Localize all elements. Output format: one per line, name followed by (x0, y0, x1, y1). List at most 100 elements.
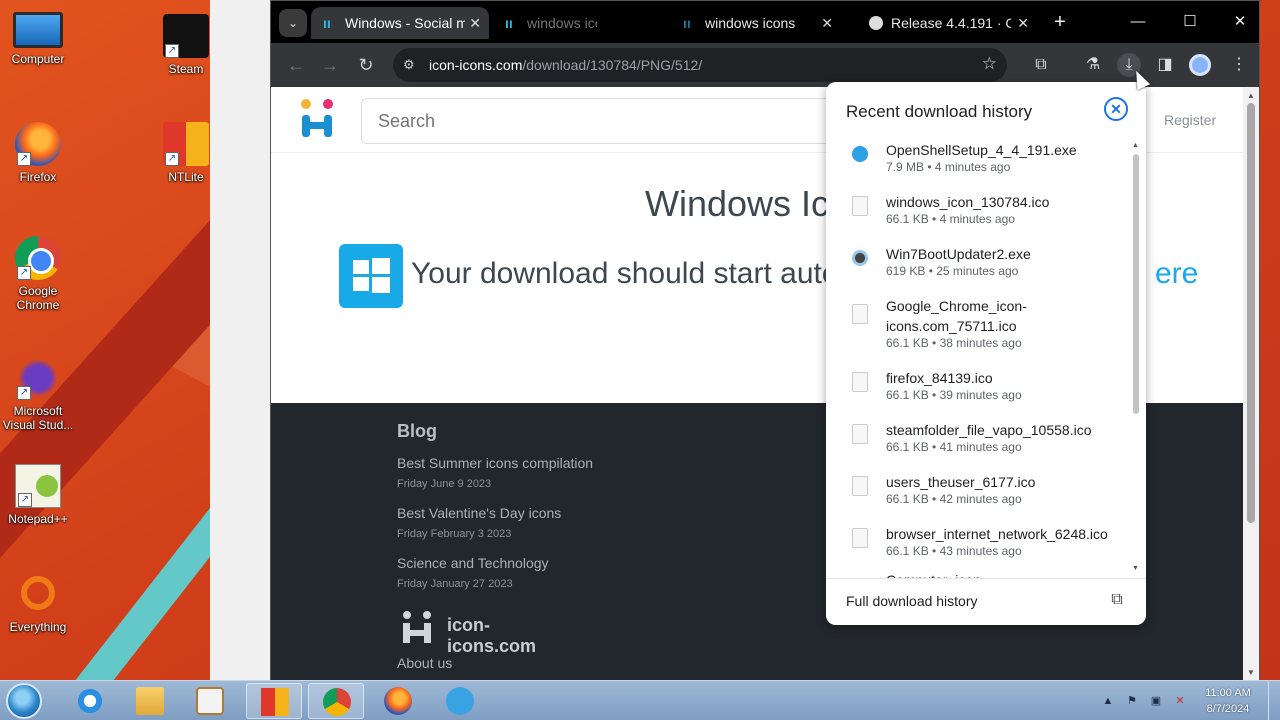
desktop-icon-label: Everything (9, 620, 67, 634)
system-clock[interactable]: 11:00 AM 8/7/2024 (1196, 685, 1260, 717)
download-item[interactable]: users_theuser_6177.ico 66.1 KB • 42 minu… (826, 472, 1126, 512)
download-file-name: steamfolder_file_vapo_10558.ico (886, 422, 1092, 438)
shortcut-arrow-icon: ↗ (17, 386, 31, 400)
full-download-history-link[interactable]: Full download history (846, 593, 978, 609)
desktop-icon-steam[interactable]: ↗ Steam (148, 14, 224, 76)
bookmark-star-icon[interactable]: ☆ (982, 54, 997, 74)
icon-icons-logo (403, 611, 433, 643)
tab-windows-ico[interactable]: ıı windows ico (493, 7, 597, 39)
download-meta: 66.1 KB • 43 minutes ago (886, 544, 1022, 558)
tray-expand-icon[interactable]: ▲ (1100, 693, 1116, 709)
desktop-icon-chrome[interactable]: ↗ Google Chrome (0, 236, 76, 312)
close-icon[interactable]: ✕ (1104, 97, 1128, 121)
shortcut-arrow-icon: ↗ (18, 493, 32, 507)
download-item[interactable]: firefox_84139.ico 66.1 KB • 39 minutes a… (826, 368, 1126, 408)
tab-search-button[interactable]: ⌄ (279, 9, 307, 37)
shortcut-arrow-icon: ↗ (165, 44, 179, 58)
scroll-down-icon[interactable]: ▼ (1247, 668, 1255, 677)
desktop-icon-label: Notepad++ (8, 512, 68, 526)
desktop-window-edge (210, 0, 270, 680)
download-item[interactable]: Computer_icon (826, 570, 1126, 578)
taskbar-file-explorer[interactable] (122, 683, 178, 719)
blog-post-title[interactable]: Science and Technology (397, 555, 549, 571)
about-us-link[interactable]: About us (397, 655, 452, 671)
download-file-name: browser_internet_network_6248.ico (886, 526, 1108, 542)
github-favicon (869, 16, 883, 30)
download-meta: 66.1 KB • 38 minutes ago (886, 336, 1022, 350)
download-item[interactable]: Google_Chrome_icon-icons.com_75711.ico 6… (826, 296, 1126, 356)
tab-release[interactable]: Release 4.4.191 · C ✕ (857, 7, 1037, 39)
open-in-new-icon[interactable]: ⧉ (1106, 589, 1128, 611)
desktop-icon-computer[interactable]: Computer (0, 12, 76, 66)
back-button[interactable]: ← (283, 52, 309, 78)
scroll-thumb[interactable] (1247, 103, 1255, 523)
page-title: Windows Ic (645, 183, 830, 224)
scroll-thumb[interactable] (1133, 154, 1139, 414)
profile-avatar[interactable] (1189, 54, 1211, 76)
taskbar-open-shell[interactable] (432, 683, 488, 719)
site-info-icon[interactable]: ⚙ (403, 57, 419, 73)
maximize-button[interactable]: ☐ (1175, 9, 1205, 35)
blog-heading: Blog (397, 421, 437, 441)
close-tab-icon[interactable]: ✕ (469, 7, 481, 39)
forward-button[interactable]: → (317, 52, 343, 78)
desktop-icon-label: Firefox (19, 170, 57, 184)
side-panel-icon[interactable]: ◨ (1153, 53, 1177, 77)
download-here-link[interactable]: ere (1155, 257, 1198, 291)
blog-post[interactable]: Best Valentine's Day icons Friday Februa… (397, 505, 561, 540)
reload-button[interactable]: ↻ (353, 52, 379, 78)
extensions-puzzle-icon[interactable]: ⧉ (1029, 53, 1053, 77)
desktop-icon-firefox[interactable]: ↗ Firefox (0, 122, 76, 184)
minimize-button[interactable]: — (1123, 9, 1153, 35)
scroll-up-icon[interactable]: ▲ (1247, 91, 1255, 100)
download-item[interactable]: windows_icon_130784.ico 66.1 KB • 4 minu… (826, 192, 1126, 232)
start-button[interactable] (6, 683, 42, 719)
download-list-scrollbar[interactable]: ▲ ▼ (1130, 142, 1144, 572)
download-item[interactable]: steamfolder_file_vapo_10558.ico 66.1 KB … (826, 420, 1126, 460)
everything-icon (21, 576, 55, 610)
address-bar[interactable]: ⚙ icon-icons.com/download/130784/PNG/512… (393, 48, 1007, 82)
desktop-icon-everything[interactable]: Everything (0, 576, 76, 634)
volume-muted-icon[interactable]: ✕ (1172, 693, 1188, 709)
desktop-icon-visual-studio[interactable]: ↗ Microsoft Visual Stud... (0, 356, 76, 432)
taskbar-ntlite[interactable] (246, 683, 302, 719)
scroll-down-icon[interactable]: ▼ (1132, 565, 1139, 572)
close-tab-icon[interactable]: ✕ (1017, 7, 1029, 39)
steam-icon: ↗ (163, 14, 209, 58)
download-item[interactable]: OpenShellSetup_4_4_191.exe 7.9 MB • 4 mi… (826, 140, 1126, 180)
tab-windows-social[interactable]: ıı Windows - Social m ✕ (311, 7, 489, 39)
site-search-input[interactable] (361, 98, 881, 144)
desktop-icon-notepad-plus-plus[interactable]: ↗ Notepad++ (0, 464, 76, 526)
menu-kebab-icon[interactable]: ⋮ (1227, 53, 1251, 77)
show-desktop-button[interactable] (1268, 681, 1280, 720)
taskbar-internet-explorer[interactable] (62, 683, 118, 719)
close-window-button[interactable]: ✕ (1225, 9, 1255, 35)
action-center-flag-icon[interactable]: ⚑ (1124, 693, 1140, 709)
download-item[interactable]: browser_internet_network_6248.ico 66.1 K… (826, 524, 1126, 564)
taskbar-chrome[interactable] (308, 683, 364, 719)
download-message: Your download should start auto (411, 257, 839, 290)
page-scrollbar[interactable]: ▲ ▼ (1243, 87, 1259, 681)
new-tab-button[interactable]: + (1047, 9, 1073, 35)
register-link[interactable]: Register (1164, 112, 1216, 128)
blog-post[interactable]: Science and Technology Friday January 27… (397, 555, 549, 590)
blog-post-title[interactable]: Best Valentine's Day icons (397, 505, 561, 521)
icon-icons-favicon: ıı (323, 15, 331, 31)
blog-post-title[interactable]: Best Summer icons compilation (397, 455, 593, 471)
tab-windows-icons[interactable]: ıı windows icons ✕ (671, 7, 841, 39)
blog-post[interactable]: Best Summer icons compilation Friday Jun… (397, 455, 593, 490)
download-item[interactable]: Win7BootUpdater2.exe 619 KB • 25 minutes… (826, 244, 1126, 284)
scroll-up-icon[interactable]: ▲ (1132, 142, 1139, 149)
icon-icons-logo[interactable] (299, 99, 339, 143)
ntlite-icon (261, 688, 289, 716)
desktop-icon-ntlite[interactable]: ↗ NTLite (148, 122, 224, 184)
taskbar-media-player[interactable] (182, 683, 238, 719)
clock-date: 8/7/2024 (1206, 703, 1250, 715)
network-icon[interactable]: ▣ (1148, 693, 1164, 709)
labs-flask-icon[interactable]: ⚗ (1081, 53, 1105, 77)
tab-title: windows icons (705, 15, 796, 31)
download-panel-title: Recent download history (846, 102, 1033, 121)
download-list: OpenShellSetup_4_4_191.exe 7.9 MB • 4 mi… (826, 136, 1130, 578)
taskbar-firefox[interactable] (370, 683, 426, 719)
close-tab-icon[interactable]: ✕ (821, 7, 833, 39)
